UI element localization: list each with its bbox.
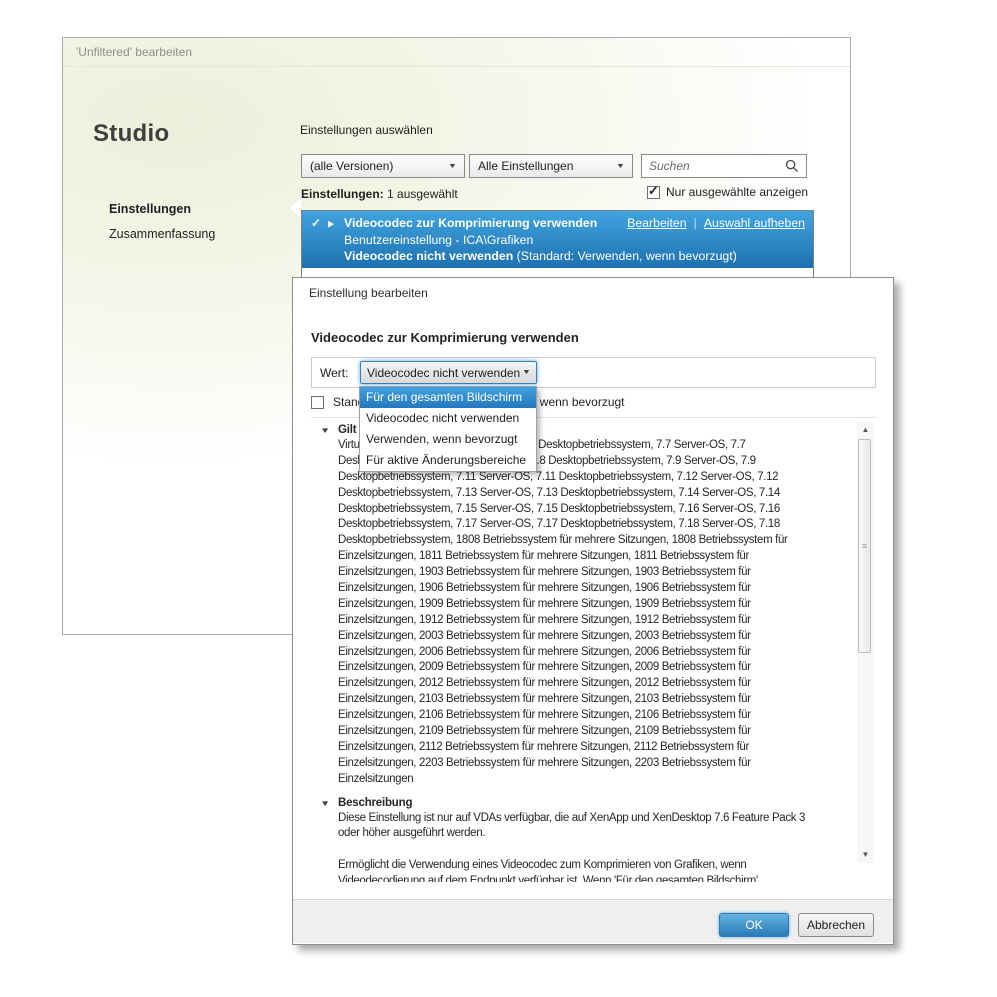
cancel-button[interactable]: Abbrechen [798,913,874,937]
value-combobox[interactable]: Videocodec nicht verwenden ▼ [360,361,537,384]
selected-setting-row[interactable]: ✓ ▶ Videocodec zur Komprimierung verwend… [302,211,813,268]
applies-to-line: Einzelsitzungen, 2103 Betriebssystem für… [338,692,842,708]
description-header: Beschreibung [338,795,412,811]
thumb-grip-icon: ≡ [859,540,870,552]
search-icon [785,159,799,173]
applies-to-line: Einzelsitzungen, 1906 Betriebssystem für… [338,581,842,597]
check-icon: ✓ [648,183,659,199]
dialog-footer: OK Abbrechen [293,899,893,943]
description-line: Diese Einstellung ist nur auf VDAs verfü… [338,811,842,827]
search-input[interactable]: Suchen [641,154,807,178]
link-separator: | [694,216,697,230]
settings-count-value: 1 ausgewählt [387,187,458,201]
applies-to-line: Einzelsitzungen, 1909 Betriebssystem für… [338,597,842,613]
show-selected-only-checkbox[interactable]: ✓ [647,186,660,199]
setting-details: ▼ Gilt für die folgenden VDA-Versionen V… [320,422,842,882]
combo-option[interactable]: Verwenden, wenn bevorzugt [360,429,536,450]
setting-default-note: (Standard: Verwenden, wenn bevorzugt) [517,249,737,263]
use-default-checkbox[interactable] [311,396,324,409]
search-placeholder: Suchen [649,159,690,173]
check-icon: ✓ [311,216,328,230]
applies-to-lines: Virtual Delivery Agent: 7.6 Server-OS, 7… [320,438,842,788]
expander-icon[interactable]: ▶ [328,218,344,228]
applies-to-line: Desktopbetriebssystem, 1808 Betriebssyst… [338,533,842,549]
show-selected-only-label: Nur ausgewählte anzeigen [666,185,808,199]
description-header-row[interactable]: ▼ Beschreibung [320,795,842,811]
expander-open-icon: ▼ [320,796,343,812]
applies-to-line: Einzelsitzungen, 2012 Betriebssystem für… [338,676,842,692]
active-step-notch [289,199,301,217]
category-filter-value: Alle Einstellungen [478,159,573,173]
wizard-step-zusammenfassung[interactable]: Zusammenfassung [109,227,215,241]
value-label: Wert: [320,366,348,380]
scroll-down-icon[interactable]: ▼ [857,847,874,863]
deselect-link[interactable]: Auswahl aufheben [704,216,805,230]
combobox-popup: Für den gesamten BildschirmVideocodec ni… [359,386,537,472]
applies-to-line: Einzelsitzungen, 1903 Betriebssystem für… [338,565,842,581]
applies-to-line: Einzelsitzungen, 2106 Betriebssystem für… [338,708,842,724]
applies-to-line: Einzelsitzungen, 2203 Betriebssystem für… [338,756,842,772]
show-selected-only-row: ✓ Nur ausgewählte anzeigen [647,185,808,199]
applies-to-line: Einzelsitzungen, 2009 Betriebssystem für… [338,660,842,676]
version-filter-value: (alle Versionen) [310,159,393,173]
scrollbar-thumb[interactable]: ≡ [858,439,871,653]
setting-value-line: Videocodec nicht verwenden (Standard: Ve… [344,249,737,263]
setting-title: Videocodec zur Komprimierung verwenden [344,216,597,230]
applies-to-line: Einzelsitzungen [338,772,842,788]
applies-to-line: Einzelsitzungen, 2006 Betriebssystem für… [338,645,842,661]
applies-to-line: Einzelsitzungen, 2109 Betriebssystem für… [338,724,842,740]
description-line: Ermöglicht die Verwendung eines Videocod… [338,858,842,874]
description-lines: Diese Einstellung ist nur auf VDAs verfü… [320,811,842,875]
setting-category: Benutzereinstellung - ICA\Grafiken [344,233,533,247]
value-panel: Wert: Videocodec nicht verwenden ▼ [311,357,876,388]
applies-to-line: Desktopbetriebssystem, 7.13 Server-OS, 7… [338,486,842,502]
settings-count-label: Einstellungen: [301,187,384,201]
chevron-down-icon: ▼ [448,163,457,170]
description-line: oder höher ausgeführt werden. [338,826,842,842]
chevron-down-icon: ▼ [616,163,625,170]
applies-to-line: Einzelsitzungen, 2112 Betriebssystem für… [338,740,842,756]
combobox-value: Videocodec nicht verwenden [367,366,520,380]
dialog-title: Einstellung bearbeiten [309,286,428,300]
applies-to-line: Einzelsitzungen, 2003 Betriebssystem für… [338,629,842,645]
setting-heading: Videocodec zur Komprimierung verwenden [311,330,579,345]
applies-to-line: Desktopbetriebssystem, 7.17 Server-OS, 7… [338,517,842,533]
description-clipped-line: Videodecodierung auf dem Endpunkt verfüg… [338,874,842,882]
applies-to-line: Desktopbetriebssystem, 7.15 Server-OS, 7… [338,502,842,518]
edit-setting-dialog: Einstellung bearbeiten Videocodec zur Ko… [292,277,894,945]
description-line [338,842,842,858]
vertical-scrollbar[interactable]: ▲ ≡ ▼ [857,422,874,863]
applies-to-line: Desktopbetriebssystem, 7.11 Server-OS, 7… [338,470,842,486]
applies-to-line: Einzelsitzungen, 1811 Betriebssystem für… [338,549,842,565]
setting-current-value: Videocodec nicht verwenden [344,249,513,263]
settings-count: Einstellungen: 1 ausgewählt [301,187,458,201]
edit-link[interactable]: Bearbeiten [627,216,686,230]
picker-heading: Einstellungen auswählen [300,123,433,137]
wizard-step-einstellungen[interactable]: Einstellungen [109,202,191,216]
header-separator [63,66,850,67]
category-filter-dropdown[interactable]: Alle Einstellungen ▼ [469,154,633,178]
combo-option[interactable]: Videocodec nicht verwenden [360,408,536,429]
version-filter-dropdown[interactable]: (alle Versionen) ▼ [301,154,465,178]
expander-open-icon: ▼ [320,423,343,439]
scroll-up-icon[interactable]: ▲ [857,422,874,438]
applies-to-line: Einzelsitzungen, 1912 Betriebssystem für… [338,613,842,629]
window-title: 'Unfiltered' bearbeiten [76,45,192,59]
studio-logo: Studio [93,120,169,148]
combo-option[interactable]: Für aktive Änderungsbereiche [360,450,536,471]
combo-option[interactable]: Für den gesamten Bildschirm [360,387,536,408]
ok-button[interactable]: OK [719,913,789,937]
chevron-down-icon: ▼ [522,369,531,376]
